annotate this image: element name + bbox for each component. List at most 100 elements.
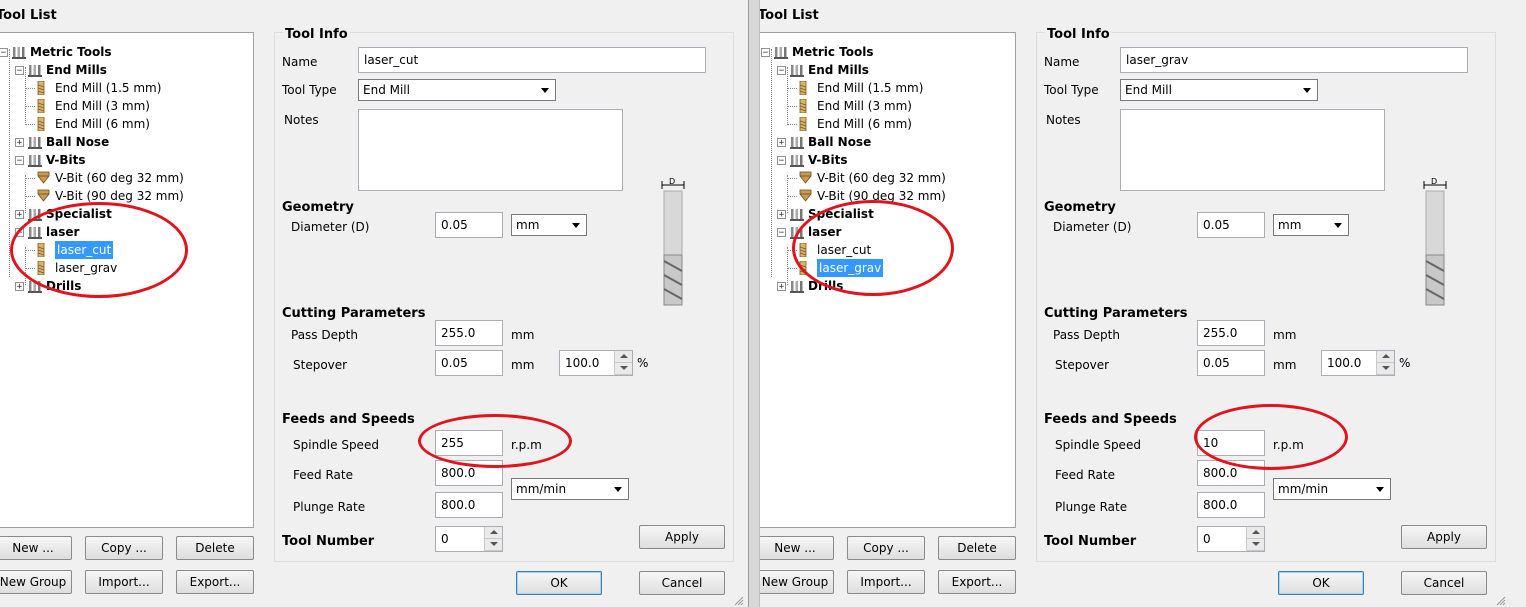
rate-unit-select[interactable]: mm/min: [511, 478, 629, 500]
delete-tool-button[interactable]: Delete: [938, 536, 1016, 560]
delete-tool-button[interactable]: Delete: [176, 536, 254, 560]
tree-item-end-mill-1-5-mm-[interactable]: End Mill (1.5 mm): [37, 79, 161, 97]
tree-group-specialist[interactable]: + Specialist: [15, 205, 112, 223]
tree-item-laser-grav[interactable]: laser_grav: [799, 259, 884, 277]
plunge-rate-input[interactable]: 800.0: [435, 492, 503, 518]
stepover-spinner[interactable]: [614, 351, 632, 375]
pass-depth-input[interactable]: 255.0: [1197, 320, 1265, 346]
new-group-button[interactable]: New Group: [760, 570, 834, 594]
spin-up-icon[interactable]: [485, 527, 502, 539]
diameter-unit-select[interactable]: mm: [511, 214, 587, 236]
tool-number-input[interactable]: 0: [1197, 526, 1265, 552]
tool-number-spinner[interactable]: [1246, 527, 1264, 551]
tree-group-end-mills[interactable]: − End Mills: [777, 61, 869, 79]
pass-depth-input[interactable]: 255.0: [435, 320, 503, 346]
tree-group-v-bits[interactable]: − V-Bits: [777, 151, 848, 169]
expand-icon[interactable]: +: [777, 281, 786, 291]
export-button[interactable]: Export...: [938, 570, 1016, 594]
spin-down-icon[interactable]: [615, 363, 632, 375]
spindle-speed-input[interactable]: 10: [1197, 430, 1265, 456]
collapse-icon[interactable]: −: [777, 227, 786, 237]
plunge-rate-input[interactable]: 800.0: [1197, 492, 1265, 518]
tree-group-ball-nose[interactable]: + Ball Nose: [15, 133, 109, 151]
expand-icon[interactable]: +: [15, 209, 24, 219]
tool-tree[interactable]: − Metric Tools − End Mills End Mill (1.5 mm)…: [760, 32, 1016, 528]
spin-up-icon[interactable]: [1377, 351, 1394, 363]
expand-icon[interactable]: +: [777, 137, 786, 147]
ok-button[interactable]: OK: [516, 571, 602, 595]
collapse-icon[interactable]: −: [0, 47, 8, 57]
tree-item-v-bit-90-deg-32-mm-[interactable]: V-Bit (90 deg 32 mm): [799, 187, 946, 205]
cancel-button[interactable]: Cancel: [639, 571, 725, 595]
tree-group-ball-nose[interactable]: + Ball Nose: [777, 133, 871, 151]
spin-up-icon[interactable]: [1247, 527, 1264, 539]
spin-up-icon[interactable]: [615, 351, 632, 363]
new-group-button[interactable]: New Group: [0, 570, 72, 594]
new-tool-button[interactable]: New ...: [760, 536, 834, 560]
ok-button[interactable]: OK: [1278, 571, 1364, 595]
tree-item-v-bit-60-deg-32-mm-[interactable]: V-Bit (60 deg 32 mm): [37, 169, 184, 187]
notes-textarea[interactable]: [358, 109, 623, 191]
copy-tool-button[interactable]: Copy ...: [85, 536, 163, 560]
collapse-icon[interactable]: −: [15, 227, 24, 237]
tree-item-end-mill-3-mm-[interactable]: End Mill (3 mm): [37, 97, 150, 115]
tree-item-end-mill-1-5-mm-[interactable]: End Mill (1.5 mm): [799, 79, 923, 97]
tree-group-drills[interactable]: + Drills: [15, 277, 81, 295]
resize-grip-icon[interactable]: [1496, 595, 1506, 606]
tree-item-laser-cut[interactable]: laser_cut: [799, 241, 871, 259]
tree-item-v-bit-60-deg-32-mm-[interactable]: V-Bit (60 deg 32 mm): [799, 169, 946, 187]
rate-unit-select[interactable]: mm/min: [1273, 478, 1391, 500]
stepover-spinner[interactable]: [1376, 351, 1394, 375]
apply-button[interactable]: Apply: [639, 525, 725, 549]
feed-rate-input[interactable]: 800.0: [1197, 460, 1265, 486]
collapse-icon[interactable]: −: [777, 155, 786, 165]
name-input[interactable]: laser_cut: [358, 47, 706, 73]
tree-group-v-bits[interactable]: − V-Bits: [15, 151, 86, 169]
tree-group-end-mills[interactable]: − End Mills: [15, 61, 107, 79]
stepover-percent-input[interactable]: 100.0: [559, 350, 633, 376]
expand-icon[interactable]: +: [777, 209, 786, 219]
tree-group-laser[interactable]: − laser: [777, 223, 841, 241]
import-button[interactable]: Import...: [847, 570, 925, 594]
spin-down-icon[interactable]: [485, 539, 502, 551]
tool-number-input[interactable]: 0: [435, 526, 503, 552]
import-button[interactable]: Import...: [85, 570, 163, 594]
collapse-icon[interactable]: −: [15, 65, 24, 75]
tree-group-metric-tools[interactable]: − Metric Tools: [0, 43, 111, 61]
tree-item-end-mill-6-mm-[interactable]: End Mill (6 mm): [37, 115, 150, 133]
diameter-unit-select[interactable]: mm: [1273, 214, 1349, 236]
tree-group-drills[interactable]: + Drills: [777, 277, 843, 295]
tool-number-spinner[interactable]: [484, 527, 502, 551]
copy-tool-button[interactable]: Copy ...: [847, 536, 925, 560]
spindle-speed-input[interactable]: 255: [435, 430, 503, 456]
tree-item-v-bit-90-deg-32-mm-[interactable]: V-Bit (90 deg 32 mm): [37, 187, 184, 205]
collapse-icon[interactable]: −: [761, 47, 770, 57]
diameter-input[interactable]: 0.05: [1197, 212, 1265, 238]
tool-tree[interactable]: − Metric Tools − End Mills End Mill (1.5 mm)…: [0, 32, 254, 528]
tree-group-metric-tools[interactable]: − Metric Tools: [761, 43, 873, 61]
export-button[interactable]: Export...: [176, 570, 254, 594]
cancel-button[interactable]: Cancel: [1401, 571, 1487, 595]
stepover-input[interactable]: 0.05: [435, 350, 503, 376]
new-tool-button[interactable]: New ...: [0, 536, 72, 560]
feed-rate-input[interactable]: 800.0: [435, 460, 503, 486]
expand-icon[interactable]: +: [15, 137, 24, 147]
spin-down-icon[interactable]: [1377, 363, 1394, 375]
collapse-icon[interactable]: −: [15, 155, 24, 165]
spin-down-icon[interactable]: [1247, 539, 1264, 551]
tree-item-laser-grav[interactable]: laser_grav: [37, 259, 117, 277]
notes-textarea[interactable]: [1120, 109, 1385, 191]
stepover-input[interactable]: 0.05: [1197, 350, 1265, 376]
name-input[interactable]: laser_grav: [1120, 47, 1468, 73]
tree-item-end-mill-3-mm-[interactable]: End Mill (3 mm): [799, 97, 912, 115]
tree-group-specialist[interactable]: + Specialist: [777, 205, 874, 223]
diameter-input[interactable]: 0.05: [435, 212, 503, 238]
expand-icon[interactable]: +: [15, 281, 24, 291]
collapse-icon[interactable]: −: [777, 65, 786, 75]
resize-grip-icon[interactable]: [734, 595, 744, 606]
tree-item-end-mill-6-mm-[interactable]: End Mill (6 mm): [799, 115, 912, 133]
apply-button[interactable]: Apply: [1401, 525, 1487, 549]
tool-type-select[interactable]: End Mill: [1120, 79, 1318, 101]
tree-group-laser[interactable]: − laser: [15, 223, 79, 241]
tool-type-select[interactable]: End Mill: [358, 79, 556, 101]
